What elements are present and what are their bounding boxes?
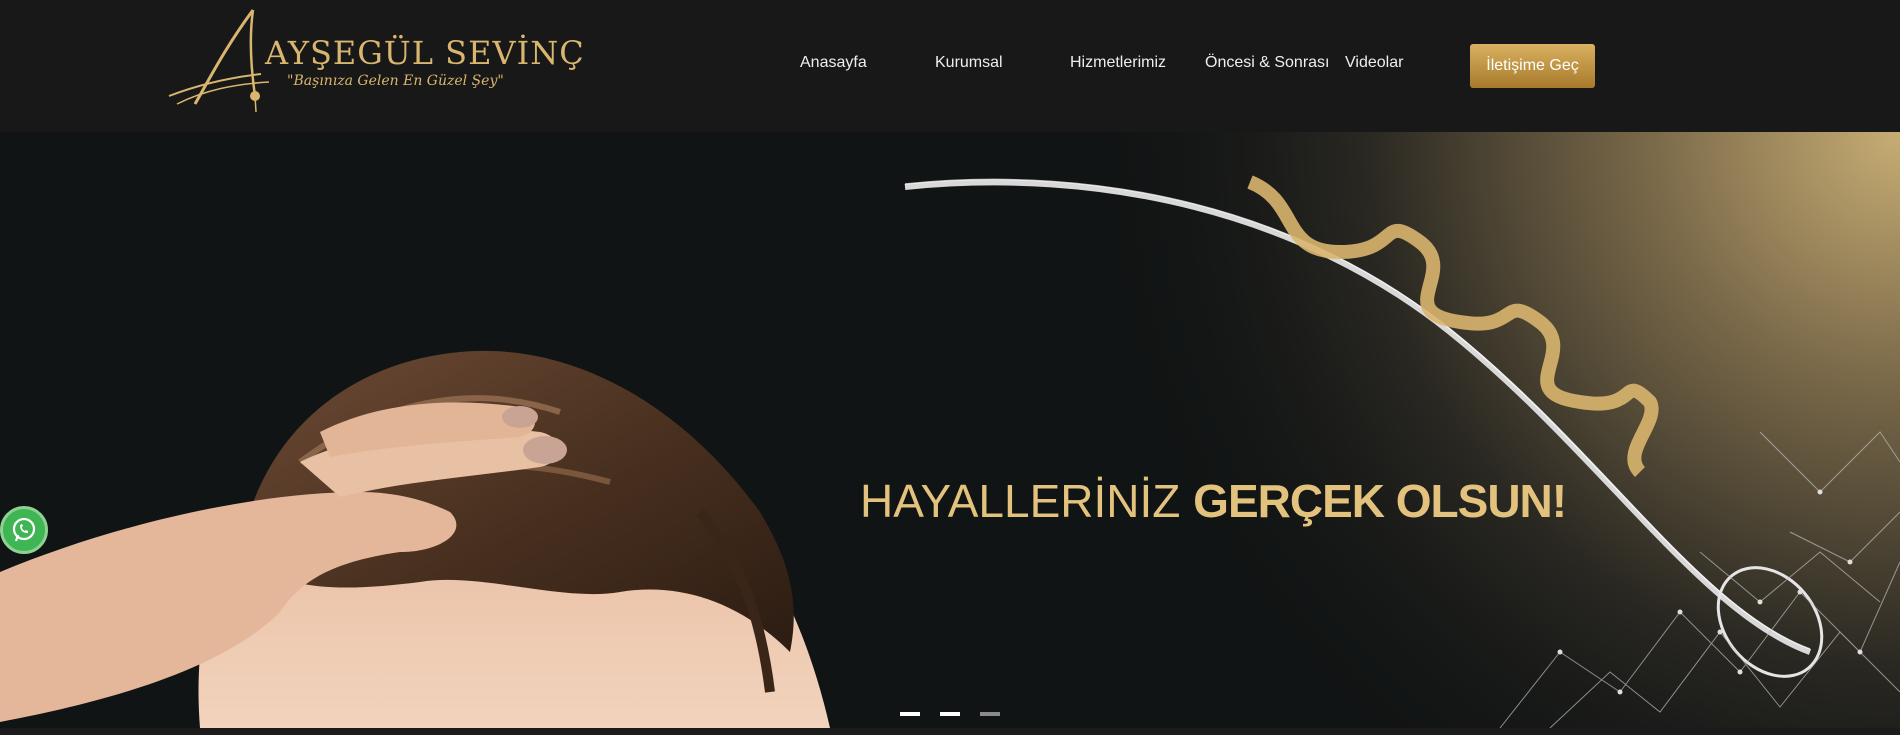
contact-button[interactable]: İletişime Geç: [1470, 44, 1595, 88]
logo[interactable]: AYŞEGÜL SEVİNÇ "Başınıza Gelen En Güzel …: [165, 8, 584, 112]
hero-slider: HAYALLERİNİZ GERÇEK OLSUN!: [0, 132, 1900, 728]
slide-dot-3[interactable]: [980, 712, 1000, 716]
logo-tagline: "Başınıza Gelen En Güzel Şey": [287, 73, 504, 89]
nav-oncesi-sonrasi[interactable]: Öncesi & Sonrası: [1205, 54, 1330, 72]
nav-hizmetlerimiz[interactable]: Hizmetlerimiz: [1070, 54, 1166, 72]
nav-anasayfa[interactable]: Anasayfa: [800, 54, 867, 72]
slogan-regular: HAYALLERİNİZ: [860, 475, 1181, 527]
slide-dot-2[interactable]: [940, 712, 960, 716]
hero-background: [0, 132, 1900, 728]
site-header: AYŞEGÜL SEVİNÇ "Başınıza Gelen En Güzel …: [0, 0, 1900, 132]
whatsapp-icon: [12, 517, 36, 542]
logo-name: AYŞEGÜL SEVİNÇ: [265, 34, 585, 72]
footer-strip: [0, 728, 1900, 735]
hair-monogram-icon: [168, 9, 270, 112]
slide-dot-1[interactable]: [900, 712, 920, 716]
hero-slogan: HAYALLERİNİZ GERÇEK OLSUN!: [860, 474, 1567, 528]
whatsapp-button[interactable]: [0, 506, 48, 554]
slogan-bold: GERÇEK OLSUN!: [1193, 475, 1567, 527]
nav-videolar[interactable]: Videolar: [1345, 54, 1403, 72]
nav-kurumsal[interactable]: Kurumsal: [935, 54, 1003, 72]
